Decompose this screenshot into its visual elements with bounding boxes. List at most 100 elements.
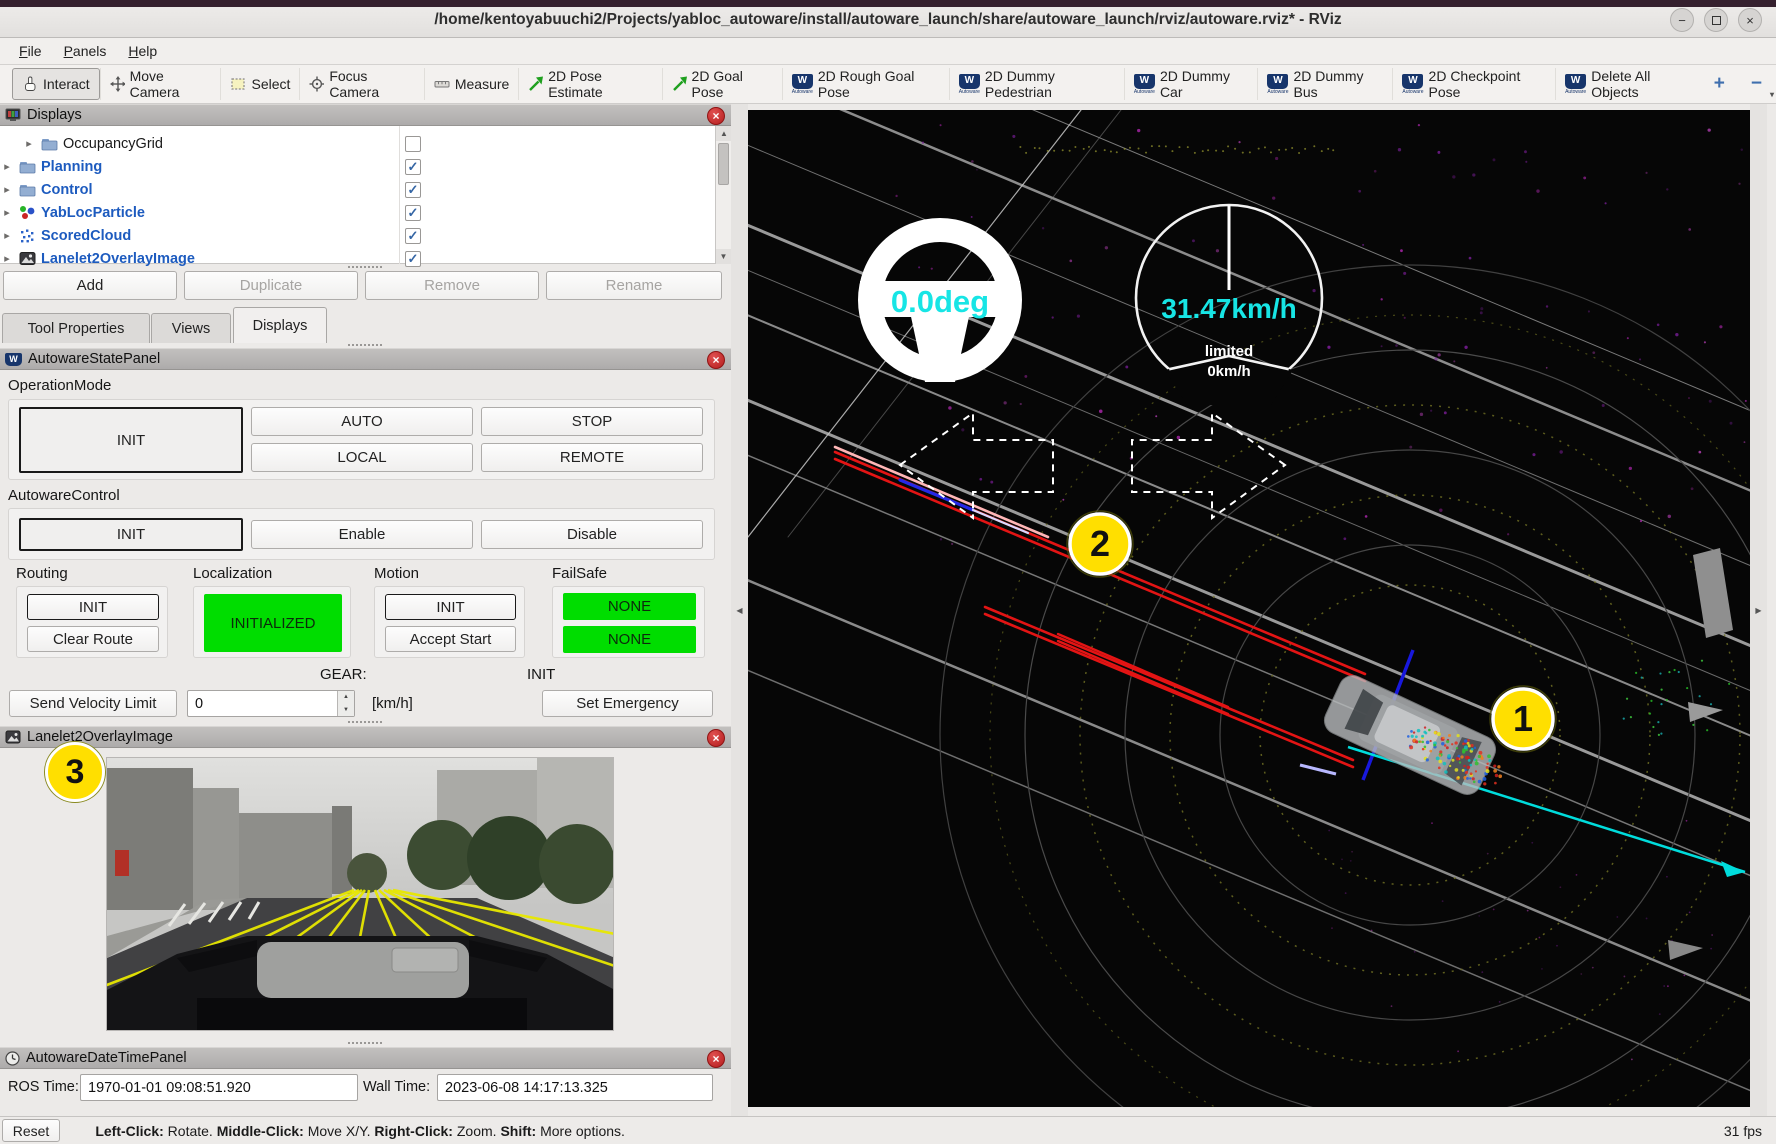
minimize-button[interactable]: − — [1670, 8, 1694, 32]
state-panel-header[interactable]: W AutowareStatePanel × — [0, 348, 731, 370]
expand-arrow-icon[interactable]: ▸ — [0, 252, 14, 265]
ros-time-field[interactable]: 1970-01-01 09:08:51.920 — [80, 1074, 358, 1101]
displays-panel-header[interactable]: Displays × — [0, 104, 731, 126]
tool-2d-goal-pose[interactable]: 2D Goal Pose — [662, 68, 782, 100]
scroll-down-icon[interactable]: ▼ — [716, 249, 731, 264]
checkbox[interactable]: ✓ — [405, 205, 421, 221]
select-box-icon — [230, 76, 246, 92]
menu-file[interactable]: File — [10, 40, 51, 62]
close-button[interactable]: × — [1738, 8, 1762, 32]
tree-scrollbar[interactable]: ▲ ▼ — [715, 126, 731, 264]
expand-arrow-icon[interactable]: ▸ — [0, 160, 14, 173]
tool-2d-checkpoint-pose[interactable]: WAutoware 2D Checkpoint Pose — [1392, 68, 1555, 100]
datetime-panel-header[interactable]: AutowareDateTimePanel × — [0, 1047, 731, 1069]
close-icon: × — [712, 109, 719, 123]
render-viewport[interactable]: 0.0deg 31.47km/h limited 0km/h — [748, 110, 1750, 1107]
detected-lane-lines — [835, 447, 1365, 767]
tree-row-planning[interactable]: ▸ Planning ✓ — [0, 155, 715, 178]
velocity-limit-input[interactable]: 0 ▲▼ — [187, 690, 355, 717]
menu-help[interactable]: Help — [119, 40, 166, 62]
remove-button[interactable]: Remove — [365, 271, 539, 300]
add-button[interactable]: Add — [3, 271, 177, 300]
tree-row-occupancygrid[interactable]: ▸ OccupancyGrid — [0, 132, 715, 155]
expand-arrow-icon[interactable]: ▸ — [0, 229, 14, 242]
wall-time-field[interactable]: 2023-06-08 14:17:13.325 — [437, 1074, 713, 1101]
duplicate-button[interactable]: Duplicate — [184, 271, 358, 300]
localization-status: INITIALIZED — [204, 594, 342, 652]
autoware-control-enable-button[interactable]: Enable — [251, 520, 473, 549]
operation-mode-auto-button[interactable]: AUTO — [251, 407, 473, 436]
splitter-handle[interactable] — [348, 344, 382, 346]
accept-start-button[interactable]: Accept Start — [385, 626, 516, 652]
expand-arrow-icon[interactable]: ▸ — [0, 183, 14, 196]
tool-2d-dummy-bus[interactable]: WAutoware 2D Dummy Bus — [1257, 68, 1392, 100]
autoware-control-init-button[interactable]: INIT — [19, 518, 243, 551]
tab-tool-properties[interactable]: Tool Properties — [2, 313, 150, 343]
tool-interact[interactable]: Interact — [12, 68, 100, 100]
tool-select[interactable]: Select — [220, 68, 299, 100]
remove-tool-button[interactable]: −▾ — [1737, 73, 1776, 95]
tab-displays[interactable]: Displays — [233, 307, 327, 343]
tree-row-yablocparticle[interactable]: ▸ YabLocParticle ✓ — [0, 201, 715, 224]
annotation-marker-3: 3 — [45, 742, 105, 802]
tool-2d-rough-goal-pose[interactable]: WAutoware 2D Rough Goal Pose — [782, 68, 949, 100]
titlebar[interactable]: /home/kentoyabuuchi2/Projects/yabloc_aut… — [0, 0, 1776, 38]
tool-delete-all-objects[interactable]: WAutoware Delete All Objects — [1555, 68, 1702, 100]
splitter-handle[interactable] — [348, 1042, 382, 1044]
left-splitter[interactable]: ◀ — [731, 104, 748, 1116]
checkbox[interactable] — [405, 136, 421, 152]
operation-mode-remote-button[interactable]: REMOTE — [481, 443, 703, 472]
clear-route-button[interactable]: Clear Route — [27, 626, 159, 652]
svg-text:2: 2 — [1090, 523, 1110, 564]
operation-mode-stop-button[interactable]: STOP — [481, 407, 703, 436]
routing-init-button[interactable]: INIT — [27, 594, 159, 620]
failsafe-state-1: NONE — [563, 593, 696, 620]
motion-group: INIT Accept Start — [374, 586, 525, 658]
autoware-control-disable-button[interactable]: Disable — [481, 520, 703, 549]
panel-close-button[interactable]: × — [707, 351, 725, 369]
checkbox[interactable]: ✓ — [405, 228, 421, 244]
splitter-handle[interactable] — [348, 266, 382, 268]
expand-arrow-icon[interactable]: ▸ — [22, 137, 36, 150]
send-velocity-limit-button[interactable]: Send Velocity Limit — [9, 690, 177, 717]
tool-move-camera[interactable]: Move Camera — [100, 68, 221, 100]
collapse-right-icon[interactable]: ▶ — [1755, 606, 1761, 615]
routing-group: INIT Clear Route — [16, 586, 168, 658]
folder-icon — [41, 137, 58, 151]
tab-views[interactable]: Views — [151, 313, 231, 343]
operation-mode-local-button[interactable]: LOCAL — [251, 443, 473, 472]
window-title: /home/kentoyabuuchi2/Projects/yabloc_aut… — [0, 11, 1776, 29]
reset-button[interactable]: Reset — [2, 1119, 60, 1142]
set-emergency-button[interactable]: Set Emergency — [542, 690, 713, 717]
close-icon: × — [712, 731, 719, 745]
tool-2d-dummy-car[interactable]: WAutoware 2D Dummy Car — [1124, 68, 1258, 100]
scroll-up-icon[interactable]: ▲ — [716, 126, 732, 141]
maximize-button[interactable] — [1704, 8, 1728, 32]
operation-mode-init-button[interactable]: INIT — [19, 407, 243, 473]
spin-down-icon[interactable]: ▼ — [338, 704, 354, 717]
checkbox[interactable]: ✓ — [405, 159, 421, 175]
add-tool-button[interactable]: + — [1702, 73, 1737, 95]
panel-close-button[interactable]: × — [707, 729, 725, 747]
tool-2d-dummy-pedestrian[interactable]: WAutoware 2D Dummy Pedestrian — [949, 68, 1124, 100]
motion-init-button[interactable]: INIT — [385, 594, 516, 620]
panel-close-button[interactable]: × — [707, 107, 725, 125]
tool-focus-camera[interactable]: Focus Camera — [299, 68, 423, 100]
checkbox[interactable]: ✓ — [405, 182, 421, 198]
menu-panels[interactable]: Panels — [55, 40, 116, 62]
right-splitter[interactable]: ▶ — [1750, 104, 1767, 1116]
collapse-left-icon[interactable]: ◀ — [736, 606, 742, 615]
splitter-handle[interactable] — [348, 721, 382, 723]
checkbox[interactable]: ✓ — [405, 251, 421, 267]
rename-button[interactable]: Rename — [546, 271, 722, 300]
expand-arrow-icon[interactable]: ▸ — [0, 206, 14, 219]
overlay-panel-header[interactable]: Lanelet2OverlayImage × — [0, 726, 731, 748]
scrollbar-thumb[interactable] — [718, 143, 729, 185]
localization-label: Localization — [193, 565, 272, 582]
tool-2d-pose-estimate[interactable]: 2D Pose Estimate — [518, 68, 661, 100]
tree-row-control[interactable]: ▸ Control ✓ — [0, 178, 715, 201]
spin-up-icon[interactable]: ▲ — [338, 691, 354, 704]
panel-close-button[interactable]: × — [707, 1050, 725, 1068]
tool-measure[interactable]: Measure — [424, 68, 518, 100]
tree-row-scoredcloud[interactable]: ▸ ScoredCloud ✓ — [0, 224, 715, 247]
